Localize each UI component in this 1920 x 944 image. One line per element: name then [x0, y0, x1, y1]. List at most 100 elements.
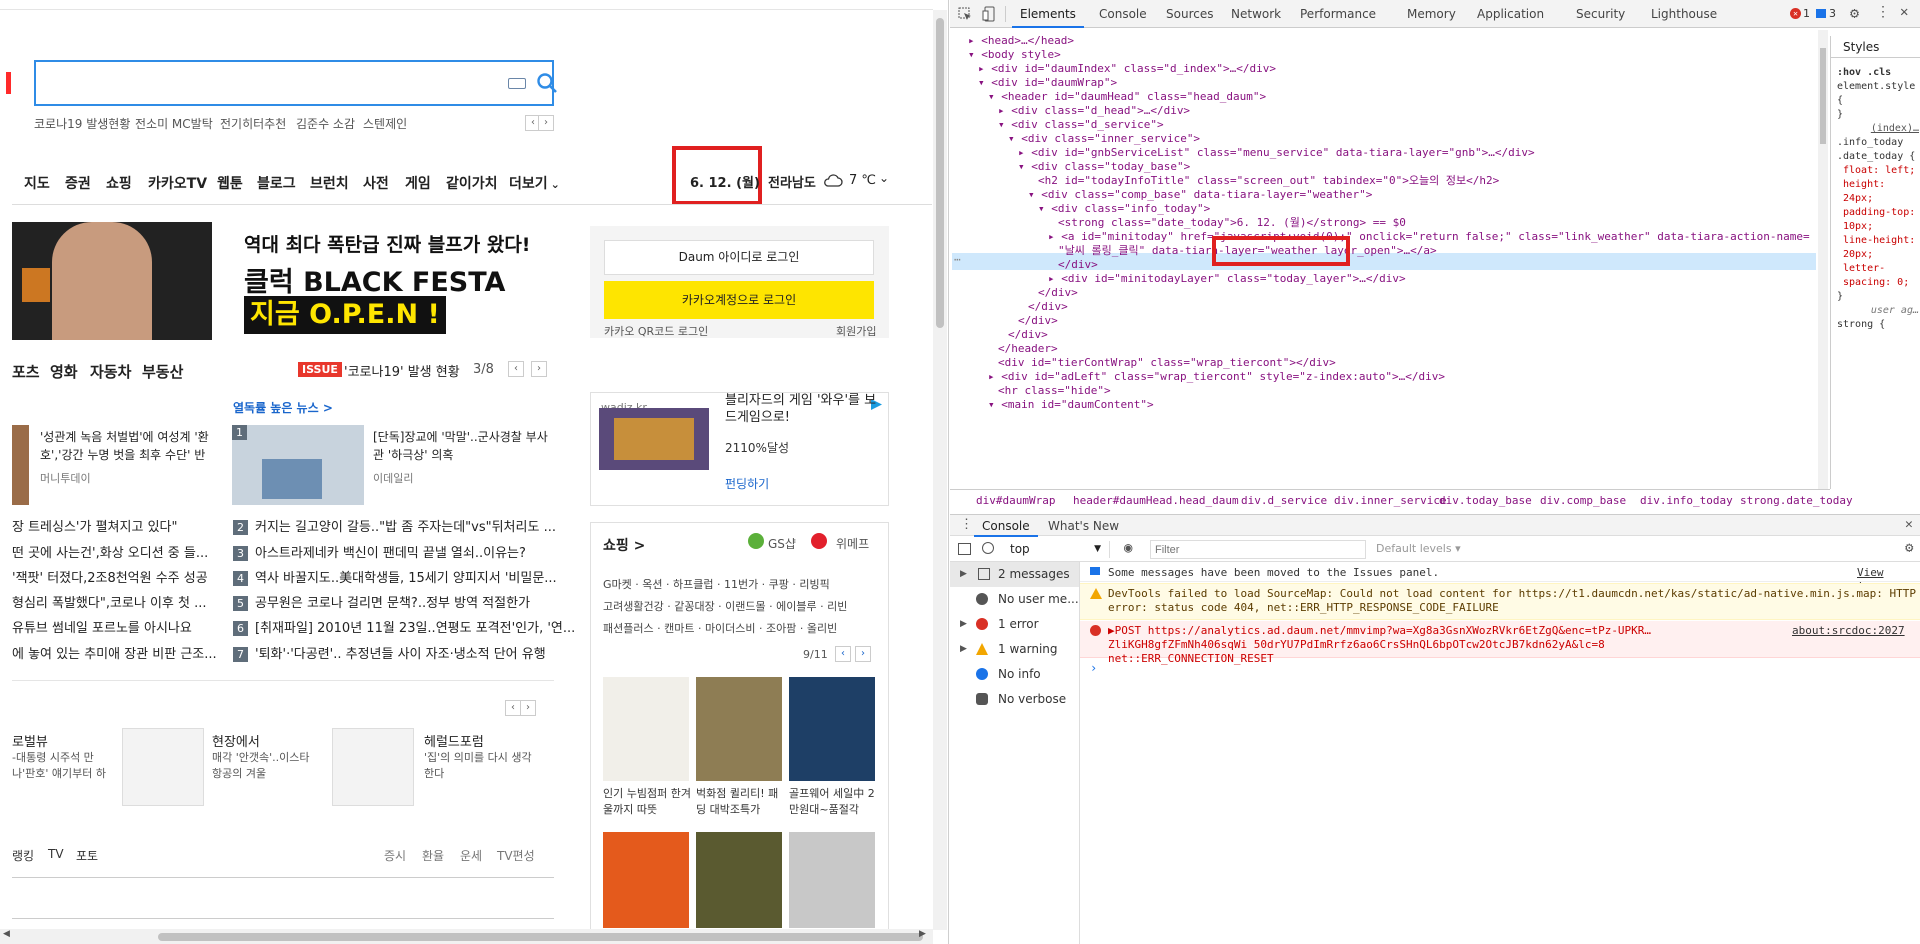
console-message-info[interactable]: Some messages have been moved to the Iss… [1080, 563, 1920, 593]
issue-prev-button[interactable]: ‹ [508, 361, 524, 377]
nav-item[interactable]: 브런치 [310, 173, 349, 193]
tab-performance[interactable]: Performance [1300, 0, 1376, 28]
news-item[interactable]: 에 놓여 있는 추미애 장관 비판 근조... [12, 643, 217, 662]
popular-news-link[interactable]: 열독률 높은 뉴스 > [233, 399, 333, 416]
error-count[interactable]: 1 [1803, 7, 1810, 20]
tab-memory[interactable]: Memory [1407, 0, 1456, 28]
news-thumbnail[interactable] [12, 425, 29, 505]
product-image[interactable] [696, 832, 782, 928]
hot-next-button[interactable]: › [538, 115, 554, 131]
source-link[interactable]: about:srcdoc:2027 [1792, 624, 1905, 638]
footer-link[interactable]: 환율 [422, 847, 444, 864]
dom-tree[interactable]: ⋯ ▸ <head>…</head> ▾ <body style> ▸ <div… [950, 30, 1830, 489]
news-item[interactable]: 유튜브 썸네일 포르노를 아시나요 [12, 617, 192, 636]
nav-item[interactable]: 카카오TV [148, 173, 207, 193]
dom-scrollbar[interactable] [1818, 30, 1828, 489]
tab-console[interactable]: Console [1099, 0, 1147, 28]
column-prev-button[interactable]: ‹ [505, 700, 521, 716]
shopping-prev-button[interactable]: ‹ [835, 646, 851, 662]
news-item[interactable]: '잭팟' 터졌다,2조8천억원 수주 성공 [12, 567, 208, 586]
sidebar-item-user-messages[interactable]: No user me... [950, 587, 1079, 612]
footer-tab[interactable]: 랭킹 [12, 847, 34, 864]
product-image[interactable] [603, 832, 689, 928]
weather-region[interactable]: 전라남도 [768, 172, 816, 191]
nav-item[interactable]: 블로그 [257, 173, 296, 193]
breadcrumb-item[interactable]: div.inner_service [1334, 494, 1447, 507]
filter-input[interactable] [1150, 540, 1366, 559]
ad-banner[interactable]: 역대 최다 폭탄급 진짜 블프가 왔다! 클럭 BLACK FESTA 지금 O… [12, 222, 554, 340]
news-item[interactable]: 형심리 폭발했다",코로나 이후 첫 ... [12, 592, 207, 611]
keyboard-icon[interactable] [508, 78, 526, 89]
partner-link[interactable]: GS샵 [768, 535, 796, 552]
tab-sources[interactable]: Sources [1166, 0, 1213, 28]
chevron-down-icon[interactable]: ⌄ [879, 171, 889, 185]
sidebar-item-errors[interactable]: ▶ 1 error [950, 612, 1079, 637]
drawer-tab-console[interactable]: Console [974, 515, 1038, 537]
tab-lighthouse[interactable]: Lighthouse [1651, 0, 1717, 28]
shopping-links[interactable]: 고려생활건강 · 같꽁대장 · 이랜드몰 · 에이블루 · 리빈 [603, 598, 847, 614]
console-message-error[interactable]: ▶POST https://analytics.ad.daum.net/mmvi… [1080, 621, 1920, 665]
breadcrumb-item[interactable]: div.today_base [1439, 494, 1532, 507]
footer-tab[interactable]: TV [48, 847, 64, 861]
drawer-tab-whats-new[interactable]: What's New [1048, 515, 1119, 537]
ranked-news-item[interactable]: 7 '퇴화'·'다공련'.. 추정년들 사이 자조·냉소적 단어 유행 [233, 643, 546, 662]
ellipsis-icon[interactable]: ⋯ [954, 253, 961, 266]
ranked-news-item[interactable]: 6 [취재파일] 2010년 11월 23일..연평도 포격전'인가, '연... [233, 617, 575, 636]
eye-icon[interactable]: ◉ [1124, 540, 1132, 556]
breadcrumb-item[interactable]: header#daumHead.head_daum [1073, 494, 1239, 507]
styles-tab[interactable]: Styles [1831, 36, 1920, 58]
horizontal-scrollbar[interactable]: ◀ ▶ [0, 929, 933, 944]
breadcrumb-item[interactable]: div.d_service [1241, 494, 1327, 507]
news-item[interactable]: 떤 곳에 사는건',화상 오디션 중 들... [12, 542, 208, 561]
hot-keyword[interactable]: 김준수 소감 [296, 115, 355, 132]
tab-elements[interactable]: Elements [1012, 0, 1084, 28]
close-icon[interactable]: ✕ [1900, 4, 1908, 20]
shopping-links[interactable]: 패션플러스 · 캔마트 · 마이더스비 · 조아팜 · 올리빈 [603, 620, 837, 636]
clear-console-icon[interactable] [982, 542, 994, 554]
hot-keyword[interactable]: 전기히터추천 [220, 115, 286, 132]
product-title[interactable]: 벅화점 퀼리티! 패딩 대박조특가 [696, 786, 784, 818]
news-tab[interactable]: 영화 [50, 361, 78, 382]
gear-icon[interactable]: ⚙ [1905, 540, 1913, 556]
nav-item[interactable]: 같이가치 [446, 173, 498, 193]
search-box[interactable] [34, 60, 557, 106]
column-next-button[interactable]: › [520, 700, 536, 716]
qr-login-link[interactable]: 카카오 QR코드 로그인 [604, 323, 708, 339]
hot-keyword[interactable]: 전소미 MC발탁 [135, 115, 213, 132]
hot-keyword[interactable]: 코로나19 발생현황 [34, 115, 130, 132]
shopping-title[interactable]: 쇼핑 > [603, 535, 645, 555]
gear-icon[interactable]: ⚙ [1850, 4, 1859, 22]
nav-item[interactable]: 쇼핑 [106, 173, 132, 193]
product-title[interactable]: 인기 누빔점퍼 한겨울까지 따뜻 [603, 786, 691, 818]
news-tab[interactable]: 포츠 [12, 361, 40, 382]
search-input[interactable] [44, 70, 484, 96]
nav-item[interactable]: 게임 [405, 173, 431, 193]
join-link[interactable]: 회원가입 [836, 323, 876, 339]
kebab-menu-icon[interactable]: ⋮ [1876, 4, 1890, 20]
search-icon[interactable] [536, 72, 558, 94]
hot-keyword[interactable]: 스텐제인 [363, 115, 407, 132]
headline-right-title[interactable]: [단독]장교에 '막말'..군사경찰 부사관 '하극상' 의혹 [373, 428, 553, 464]
issues-count[interactable]: 3 [1829, 7, 1836, 20]
sidebar-item-info[interactable]: No info [950, 662, 1079, 687]
news-tab[interactable]: 부동산 [142, 361, 183, 382]
product-title[interactable]: 골프웨어 세일中 2만원대~품절각 [789, 786, 877, 818]
breadcrumb-item[interactable]: strong.date_today [1740, 494, 1853, 507]
nav-item[interactable]: 웹툰 [217, 173, 243, 193]
news-thumbnail[interactable]: 1 [232, 425, 364, 505]
context-select[interactable]: top ▼ [1004, 541, 1110, 558]
columnist-photo[interactable] [332, 728, 414, 806]
ranked-news-item[interactable]: 4 역사 바꿀지도..美대학생들, 15세기 양피지서 '비밀문... [233, 567, 557, 586]
column-name[interactable]: 현장에서 [212, 731, 260, 750]
nav-item[interactable]: 지도 [24, 173, 50, 193]
product-image[interactable] [603, 677, 689, 781]
column-text[interactable]: -대통령 시주석 만나'판호' 얘기부터 하 [12, 750, 116, 782]
ranked-news-item[interactable]: 5 공무원은 코로나 걸리면 문책?..정부 방역 적절한가 [233, 592, 530, 611]
tab-network[interactable]: Network [1231, 0, 1281, 28]
column-name[interactable]: 로벌뷰 [12, 731, 48, 750]
shopping-next-button[interactable]: › [855, 646, 871, 662]
breadcrumb-item[interactable]: div#daumWrap [976, 494, 1055, 507]
columnist-photo[interactable] [122, 728, 204, 806]
partner-link[interactable]: 위메프 [836, 535, 869, 552]
tab-security[interactable]: Security [1576, 0, 1625, 28]
